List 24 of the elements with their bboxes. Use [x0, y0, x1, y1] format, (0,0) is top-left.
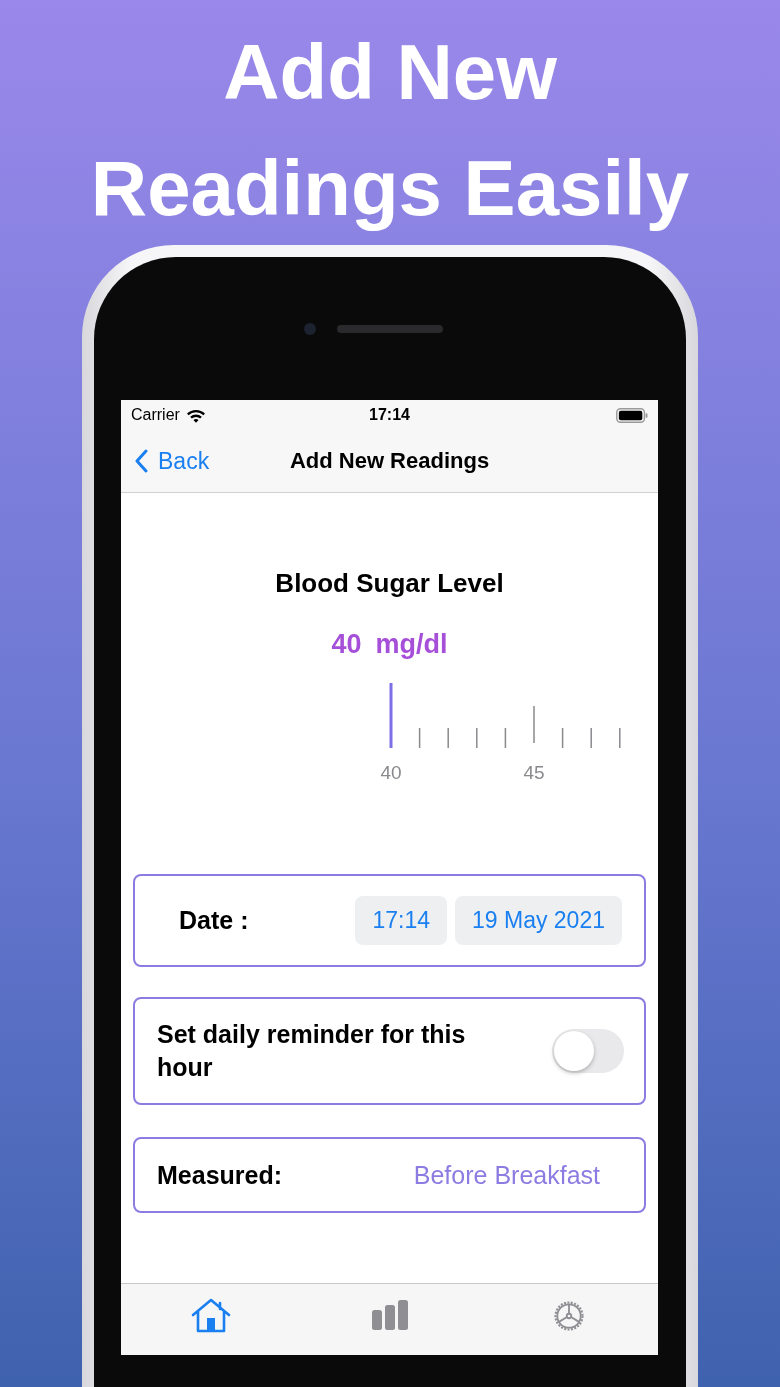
wifi-icon — [185, 407, 206, 423]
reading-title: Blood Sugar Level — [275, 568, 504, 599]
battery-icon — [616, 407, 648, 423]
measured-label: Measured: — [157, 1160, 283, 1190]
measured-picker[interactable]: Before Breakfast — [413, 1160, 600, 1190]
reading-unit: mg/dl — [375, 629, 448, 660]
camera-dot — [304, 323, 316, 335]
headline: Readings Easily — [90, 143, 690, 234]
reminder-toggle[interactable] — [552, 1029, 624, 1073]
headline: Add New — [223, 27, 557, 118]
ruler-label: 40 — [380, 762, 402, 784]
reminder-label: Set daily reminder for this hour — [157, 1019, 467, 1083]
date-label: Date : — [179, 906, 249, 935]
date-picker[interactable]: 19 May 2021 — [455, 896, 622, 945]
back-button[interactable]: Back — [121, 447, 210, 475]
carrier-label: Carrier — [131, 406, 180, 424]
house-icon — [190, 1298, 231, 1334]
status-time: 17:14 — [369, 406, 410, 424]
chevron-left-icon — [134, 449, 148, 473]
reading-value: 40 — [331, 629, 362, 660]
screen-title: Add New Readings — [289, 448, 490, 474]
ruler-label: 45 — [523, 762, 545, 784]
time-picker[interactable]: 17:14 — [355, 896, 447, 945]
home-tab[interactable] — [190, 1298, 231, 1334]
